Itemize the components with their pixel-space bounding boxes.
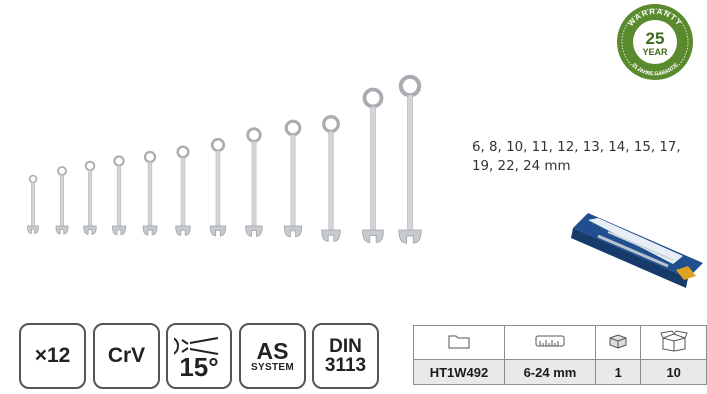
quantity-feature-box: ×12 xyxy=(19,323,86,389)
din-number-label: 3113 xyxy=(324,355,367,376)
wrench-11 xyxy=(362,87,384,243)
wrench-8 xyxy=(245,127,263,237)
sizes-text: 6, 8, 10, 11, 12, 13, 14, 15, 17, 19, 22… xyxy=(472,140,681,174)
carton-icon xyxy=(659,330,688,352)
wrench-6 xyxy=(175,145,191,236)
spec-table: HT1W492 6-24 mm 1 10 xyxy=(413,325,707,385)
as-system-feature-box: AS SYSTEM xyxy=(239,323,306,389)
article-number: HT1W492 xyxy=(413,359,505,385)
quantity-label: ×12 xyxy=(34,344,71,367)
spec-icon-cell xyxy=(594,325,642,360)
wrench-3 xyxy=(83,160,97,235)
spec-icon-cell xyxy=(413,325,505,360)
wrench-7 xyxy=(209,137,227,237)
carton-quantity: 10 xyxy=(640,359,707,385)
packaging-box-image xyxy=(571,213,703,288)
din-label: DIN xyxy=(329,336,362,357)
angle-label: 15° xyxy=(179,352,219,382)
spec-icon-cell xyxy=(640,325,707,360)
folder-icon xyxy=(448,335,470,349)
unit-quantity: 1 xyxy=(594,359,642,385)
as-label: AS xyxy=(256,337,289,364)
material-feature-box: CrV xyxy=(93,323,160,389)
angle-feature-box: 15° xyxy=(166,323,232,389)
system-label: SYSTEM xyxy=(251,361,294,373)
wrench-12 xyxy=(398,74,422,244)
spec-icon-cell xyxy=(503,325,596,360)
wrench-5 xyxy=(142,150,158,236)
warranty-unit: YEAR xyxy=(642,47,668,57)
warranty-number: 25 xyxy=(646,29,665,48)
wrench-4 xyxy=(111,155,127,236)
ruler-icon xyxy=(535,335,565,347)
spec-icon-row xyxy=(413,325,707,360)
material-label: CrV xyxy=(107,344,146,367)
wrench-1 xyxy=(27,174,39,234)
din-feature-box: DIN 3113 xyxy=(312,323,379,389)
wrench-9 xyxy=(283,119,303,238)
wrench-10 xyxy=(321,115,341,242)
size-range: 6-24 mm xyxy=(503,359,596,385)
spec-value-row: HT1W492 6-24 mm 1 10 xyxy=(413,359,707,385)
single-box-icon xyxy=(609,334,627,349)
wrench-2 xyxy=(55,166,69,235)
warranty-badge: WARRANTY 25 JAHRE GARANTIE 25 YEAR xyxy=(617,4,693,80)
